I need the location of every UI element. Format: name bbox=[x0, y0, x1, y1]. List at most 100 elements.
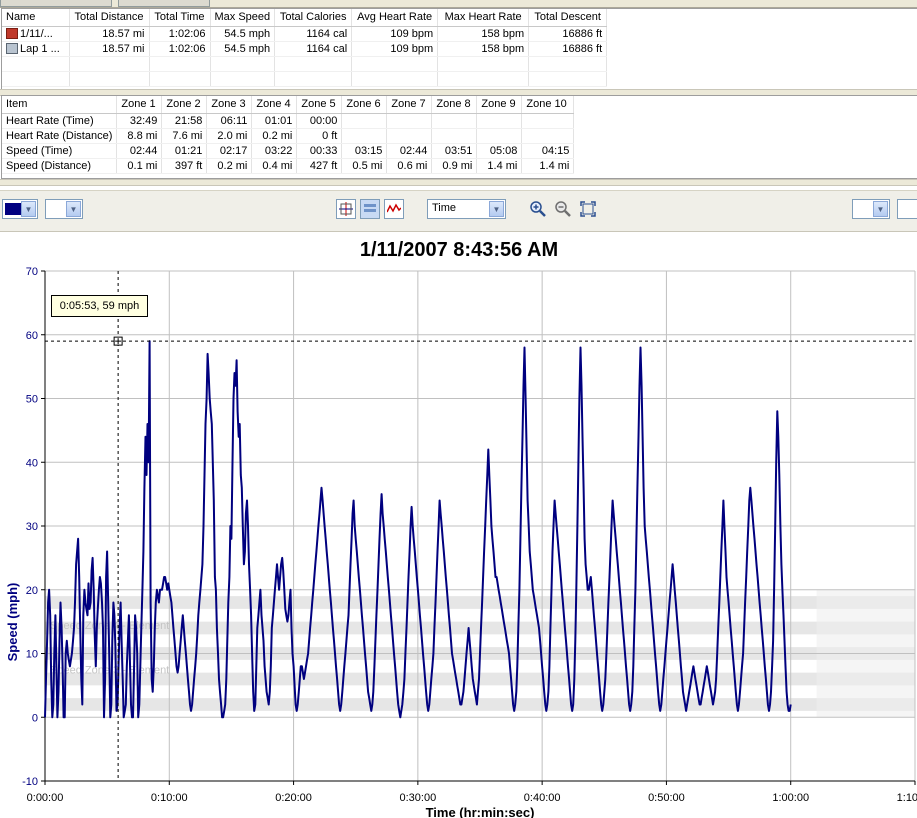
x-axis-select[interactable]: Time ▼ bbox=[427, 199, 506, 219]
right-select[interactable] bbox=[897, 199, 917, 219]
x-tick-label: 0:00:00 bbox=[27, 792, 64, 804]
chevron-down-icon[interactable]: ▼ bbox=[21, 201, 36, 217]
table-cell: 158 bpm bbox=[437, 41, 530, 57]
table-cell: 01:21 bbox=[161, 143, 208, 159]
table-cell: 0.9 mi bbox=[431, 158, 478, 174]
tab-summary[interactable] bbox=[0, 0, 112, 7]
zone-band-icon[interactable] bbox=[360, 199, 380, 219]
column-header[interactable]: Zone 4 bbox=[251, 96, 298, 114]
line-color-picker[interactable]: ▼ bbox=[2, 199, 38, 219]
table-cell: 2.0 mi bbox=[206, 128, 253, 144]
table-cell: 00:00 bbox=[296, 113, 343, 129]
table-cell: Lap 1 ... bbox=[20, 43, 60, 55]
table-cell: 03:51 bbox=[431, 143, 478, 159]
line-graph-icon[interactable] bbox=[384, 199, 404, 219]
table-cell: Heart Rate (Time) bbox=[2, 113, 118, 129]
speed-chart[interactable]: 1/11/2007 8:43:56 AM Speed Zone 4 - Elem… bbox=[0, 231, 917, 818]
table-cell: 16886 ft bbox=[528, 26, 608, 42]
table-cell: 397 ft bbox=[161, 158, 208, 174]
table-cell: 32:49 bbox=[116, 113, 163, 129]
fit-view-icon[interactable] bbox=[578, 199, 598, 219]
table-cell: 109 bpm bbox=[351, 41, 439, 57]
table-cell: 158 bpm bbox=[437, 26, 530, 42]
column-header[interactable]: Name bbox=[2, 9, 70, 27]
table-row[interactable]: Heart Rate (Distance) 8.8 mi 7.6 mi 2.0 … bbox=[2, 128, 575, 144]
column-header[interactable]: Zone 6 bbox=[341, 96, 388, 114]
table-row[interactable]: Lap 1 ... 18.57 mi 1:02:06 54.5 mph 1164… bbox=[2, 41, 608, 57]
table-cell: Heart Rate (Distance) bbox=[2, 128, 118, 144]
table-cell: 1.4 mi bbox=[521, 158, 575, 174]
table-cell bbox=[386, 128, 433, 144]
column-header[interactable]: Zone 8 bbox=[431, 96, 478, 114]
table-cell: 1.4 mi bbox=[476, 158, 523, 174]
y-tick-label: 70 bbox=[26, 266, 38, 278]
column-header[interactable]: Item bbox=[2, 96, 118, 114]
table-cell bbox=[386, 113, 433, 129]
top-tab-strip bbox=[0, 0, 917, 8]
table-cell: 0.2 mi bbox=[206, 158, 253, 174]
table-row[interactable]: Speed (Distance) 0.1 mi 397 ft 0.2 mi 0.… bbox=[2, 158, 575, 174]
table-cell bbox=[476, 113, 523, 129]
column-header[interactable]: Total Time bbox=[149, 9, 211, 27]
crosshair-icon[interactable] bbox=[336, 199, 356, 219]
y-tick-label: 0 bbox=[32, 712, 38, 724]
column-header[interactable]: Max Heart Rate bbox=[437, 9, 530, 27]
column-header[interactable]: Zone 2 bbox=[161, 96, 208, 114]
column-header[interactable]: Max Speed bbox=[210, 9, 276, 27]
column-header[interactable]: Zone 3 bbox=[206, 96, 253, 114]
table-row[interactable]: 1/11/... 18.57 mi 1:02:06 54.5 mph 1164 … bbox=[2, 26, 608, 42]
table-cell: 04:15 bbox=[521, 143, 575, 159]
chevron-down-icon[interactable]: ▼ bbox=[873, 201, 888, 217]
column-header[interactable]: Zone 10 bbox=[521, 96, 575, 114]
zoom-out-icon[interactable] bbox=[553, 199, 573, 219]
zoom-in-icon[interactable] bbox=[528, 199, 548, 219]
activity-icon bbox=[6, 28, 18, 39]
chevron-down-icon[interactable]: ▼ bbox=[66, 201, 81, 217]
tab-laps[interactable] bbox=[118, 0, 210, 7]
x-tick-label: 0:30:00 bbox=[400, 792, 437, 804]
column-header[interactable]: Zone 5 bbox=[296, 96, 343, 114]
column-header[interactable]: Total Descent bbox=[528, 9, 608, 27]
chart-toolbar: ▼ ▼ Time ▼ ▼ bbox=[0, 190, 917, 232]
right-color-picker[interactable]: ▼ bbox=[852, 199, 890, 219]
table-row[interactable]: Speed (Time) 02:44 01:21 02:17 03:22 00:… bbox=[2, 143, 575, 159]
y-tick-label: 30 bbox=[26, 521, 38, 533]
summary-table: Name Total Distance Total Time Max Speed… bbox=[2, 9, 608, 87]
table-cell: 02:44 bbox=[116, 143, 163, 159]
zone-band bbox=[45, 596, 915, 609]
table-cell: 54.5 mph bbox=[210, 41, 276, 57]
table-cell: 0.2 mi bbox=[251, 128, 298, 144]
zones-table: Item Zone 1 Zone 2 Zone 3 Zone 4 Zone 5 … bbox=[2, 96, 575, 174]
summary-header-row: Name Total Distance Total Time Max Speed… bbox=[2, 9, 608, 27]
x-tick-label: 1:10:00 bbox=[897, 792, 917, 804]
column-header[interactable]: Zone 7 bbox=[386, 96, 433, 114]
column-header[interactable]: Zone 1 bbox=[116, 96, 163, 114]
table-cell: 0 ft bbox=[296, 128, 343, 144]
chevron-down-icon[interactable]: ▼ bbox=[489, 201, 504, 217]
table-cell: 21:58 bbox=[161, 113, 208, 129]
y-tick-label: 10 bbox=[26, 649, 38, 661]
column-header[interactable]: Avg Heart Rate bbox=[351, 9, 439, 27]
table-cell bbox=[521, 128, 575, 144]
y-tick-label: 40 bbox=[26, 457, 38, 469]
column-header[interactable]: Total Calories bbox=[274, 9, 353, 27]
table-cell bbox=[341, 128, 388, 144]
table-cell: 427 ft bbox=[296, 158, 343, 174]
fill-color-picker[interactable]: ▼ bbox=[45, 199, 83, 219]
table-cell: 1164 cal bbox=[274, 41, 353, 57]
table-cell bbox=[476, 128, 523, 144]
table-row[interactable]: Heart Rate (Time) 32:49 21:58 06:11 01:0… bbox=[2, 113, 575, 129]
splitter[interactable] bbox=[0, 179, 917, 186]
table-cell: 1/11/... bbox=[20, 28, 53, 40]
column-header[interactable]: Zone 9 bbox=[476, 96, 523, 114]
table-cell: 54.5 mph bbox=[210, 26, 276, 42]
x-tick-label: 0:50:00 bbox=[648, 792, 685, 804]
x-axis-select-value: Time bbox=[432, 202, 457, 214]
y-tick-label: 60 bbox=[26, 330, 38, 342]
column-header[interactable]: Total Distance bbox=[69, 9, 150, 27]
table-cell: 03:22 bbox=[251, 143, 298, 159]
table-cell: 8.8 mi bbox=[116, 128, 163, 144]
axes: -10 0 10 20 30 40 50 60 70 0:00:00 0:10:00 0:20:00 0… bbox=[22, 266, 917, 804]
table-cell: 0.1 mi bbox=[116, 158, 163, 174]
table-cell: 0.5 mi bbox=[341, 158, 388, 174]
